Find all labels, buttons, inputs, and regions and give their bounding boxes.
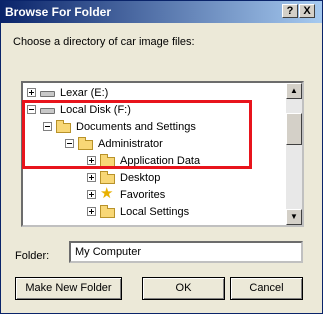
folder-path-input[interactable]: My Computer [69, 241, 303, 263]
star-icon: ★ [100, 184, 114, 202]
expand-plus-icon[interactable] [87, 173, 96, 182]
collapse-minus-icon[interactable] [65, 139, 74, 148]
tree-scrollbar[interactable]: ▲ ▼ [286, 83, 302, 225]
scroll-thumb[interactable] [286, 113, 302, 145]
tree-item-label: Favorites [120, 188, 166, 201]
drive-icon [40, 86, 56, 100]
expand-plus-icon[interactable] [87, 207, 96, 216]
tree-item-lexar[interactable]: Lexar (E:) [27, 84, 108, 101]
browse-for-folder-dialog: Browse For Folder ? X Choose a directory… [0, 0, 323, 314]
tree-item-administrator[interactable]: Administrator [65, 135, 163, 152]
expand-plus-icon[interactable] [87, 156, 96, 165]
tree-item-local-settings[interactable]: Local Settings [87, 203, 189, 220]
tree-item-label: Desktop [120, 171, 161, 184]
drive-icon [40, 103, 56, 117]
dialog-description: Choose a directory of car image files: [13, 36, 195, 48]
folder-tree[interactable]: Lexar (E:) Local Disk (F:) Documents and… [21, 81, 304, 227]
scroll-up-arrow-icon[interactable]: ▲ [286, 83, 302, 99]
tree-item-label: Administrator [98, 137, 163, 150]
folder-icon [56, 119, 72, 134]
expand-plus-icon[interactable] [87, 190, 96, 199]
title-bar[interactable]: Browse For Folder ? X [1, 1, 322, 23]
tree-item-desktop[interactable]: Desktop [87, 169, 160, 186]
tree-item-label: Local Disk (F:) [60, 103, 131, 116]
ok-button[interactable]: OK [142, 277, 225, 300]
cancel-button[interactable]: Cancel [230, 277, 303, 300]
window-title: Browse For Folder [5, 5, 112, 19]
collapse-minus-icon[interactable] [27, 105, 36, 114]
scroll-down-arrow-icon[interactable]: ▼ [286, 209, 302, 225]
tree-item-application-data[interactable]: Application Data [87, 152, 200, 169]
expand-plus-icon[interactable] [27, 88, 36, 97]
folder-icon [100, 170, 116, 185]
folder-icon [78, 136, 94, 151]
folder-icon [100, 204, 116, 219]
tree-item-documents-and-settings[interactable]: Documents and Settings [43, 118, 196, 135]
tree-item-favorites[interactable]: ★ Favorites [87, 184, 166, 203]
folder-icon [100, 153, 116, 168]
tree-item-local-disk[interactable]: Local Disk (F:) [27, 101, 131, 118]
tree-item-label: Application Data [120, 154, 201, 167]
tree-item-label: Lexar (E:) [60, 86, 109, 99]
help-button[interactable]: ? [282, 4, 298, 18]
tree-item-label: Documents and Settings [76, 120, 196, 133]
make-new-folder-button[interactable]: Make New Folder [15, 277, 122, 300]
collapse-minus-icon[interactable] [43, 122, 52, 131]
folder-field-label: Folder: [15, 250, 50, 262]
close-button[interactable]: X [299, 4, 315, 18]
tree-item-label: Local Settings [120, 205, 190, 218]
